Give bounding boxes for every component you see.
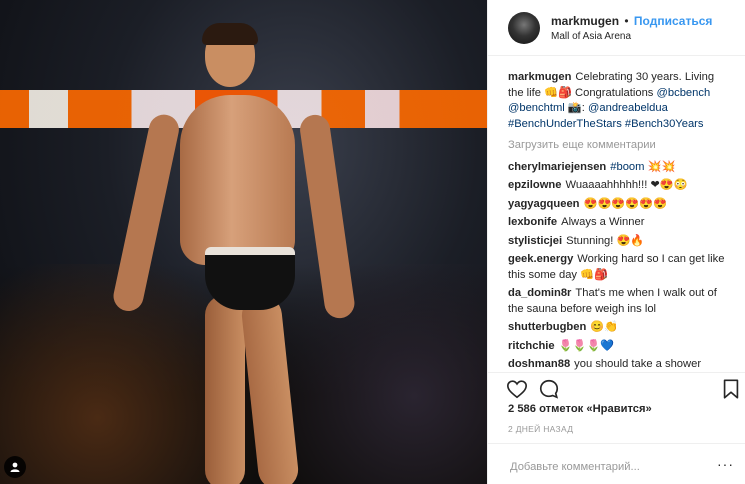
comment-username[interactable]: geek.energy bbox=[508, 253, 573, 265]
torso bbox=[180, 95, 295, 265]
caption-text-2: 📸: bbox=[564, 102, 589, 114]
hashtag-link[interactable]: #BenchUnderTheStars bbox=[508, 118, 622, 130]
comment: geek.energy Working hard so I can get lik… bbox=[508, 252, 732, 283]
comment-username[interactable]: cherylmariejensen bbox=[508, 161, 606, 173]
comment-input[interactable] bbox=[508, 460, 712, 474]
follow-button[interactable]: Подписаться bbox=[634, 14, 712, 28]
bookmark-icon[interactable] bbox=[720, 378, 742, 400]
post-photo[interactable] bbox=[0, 0, 487, 484]
comment: shutterbugben 😊👏 bbox=[508, 320, 732, 336]
comments-list[interactable]: markmugen Celebrating 30 years. Living th… bbox=[488, 57, 745, 370]
comment-text: you should take a shower bbox=[574, 358, 702, 370]
arm-left bbox=[110, 111, 182, 314]
comment: doshman88 you should take a shower bbox=[508, 357, 732, 370]
comment-username[interactable]: yagyagqueen bbox=[508, 198, 580, 210]
load-more-comments[interactable]: Загрузить еще комментарии bbox=[508, 138, 732, 154]
comment-username[interactable]: shutterbugben bbox=[508, 321, 586, 333]
action-bar bbox=[488, 372, 745, 405]
comment: da_domin8r That's me when I walk out of t… bbox=[508, 286, 732, 317]
likes-count[interactable]: 2 586 отметок «Нравится» bbox=[508, 403, 652, 415]
arm-right bbox=[298, 112, 357, 321]
comment: lexbonife Always a Winner bbox=[508, 215, 732, 231]
hashtag-link[interactable]: #Bench30Years bbox=[625, 118, 704, 130]
post-header: markmugen • Подписаться Mall of Asia Are… bbox=[488, 0, 745, 56]
comment-text: 🌷🌷🌷💙 bbox=[558, 339, 615, 352]
post-date: 2 ДНЕЙ НАЗАД bbox=[508, 424, 574, 434]
comment-username[interactable]: epzilowne bbox=[508, 179, 561, 191]
comment: stylisticjei Stunning! 😍🔥 bbox=[508, 234, 732, 250]
comment-username[interactable]: doshman88 bbox=[508, 358, 570, 370]
hashtag-link[interactable]: #boom bbox=[610, 161, 644, 173]
more-options-icon[interactable]: ··· bbox=[717, 456, 734, 472]
header-text: markmugen • Подписаться Mall of Asia Are… bbox=[551, 14, 712, 42]
user-tag-icon[interactable] bbox=[4, 456, 26, 478]
avatar[interactable] bbox=[508, 11, 540, 44]
runway-model bbox=[110, 15, 357, 484]
comment-text: 😍😍😍😍😍😍 bbox=[583, 197, 668, 210]
comment-text: Stunning! 😍🔥 bbox=[566, 234, 645, 247]
comment: cherylmariejensen #boom 💥💥 bbox=[508, 160, 732, 176]
location-link[interactable]: Mall of Asia Arena bbox=[551, 31, 712, 42]
heart-icon[interactable] bbox=[506, 378, 528, 400]
comment-text: Wuaaaahhhhh!!! ❤😍😳 bbox=[565, 179, 688, 191]
caption: markmugen Celebrating 30 years. Living th… bbox=[508, 70, 732, 132]
comment: yagyagqueen 😍😍😍😍😍😍 bbox=[508, 197, 732, 213]
header-row: markmugen • Подписаться bbox=[551, 14, 712, 28]
comment-username[interactable]: ritchchie bbox=[508, 340, 555, 352]
mention-link[interactable]: @benchtml bbox=[508, 102, 565, 114]
post-sidebar: markmugen • Подписаться Mall of Asia Are… bbox=[487, 0, 745, 484]
comment: epzilowne Wuaaaahhhhh!!! ❤😍😳 bbox=[508, 178, 732, 194]
hair bbox=[202, 23, 258, 45]
comment-text: 😊👏 bbox=[590, 321, 619, 333]
add-comment-bar: ··· bbox=[488, 443, 745, 484]
comment-username[interactable]: da_domin8r bbox=[508, 287, 571, 299]
mention-link[interactable]: @andreabeldua bbox=[588, 102, 668, 114]
caption-username[interactable]: markmugen bbox=[508, 71, 571, 83]
username-link[interactable]: markmugen bbox=[551, 14, 619, 28]
user-tag-glyph bbox=[10, 462, 20, 472]
comment-username[interactable]: stylisticjei bbox=[508, 235, 562, 247]
comment: ritchchie 🌷🌷🌷💙 bbox=[508, 339, 732, 355]
instagram-post-view: markmugen • Подписаться Mall of Asia Are… bbox=[0, 0, 745, 484]
leg-left bbox=[205, 295, 245, 484]
comment-username[interactable]: lexbonife bbox=[508, 216, 557, 228]
leg-right bbox=[239, 293, 301, 484]
comment-text: 💥💥 bbox=[644, 160, 676, 173]
underwear bbox=[205, 247, 295, 310]
separator: • bbox=[624, 13, 629, 28]
comment-text: Always a Winner bbox=[561, 216, 645, 228]
speech-bubble-icon[interactable] bbox=[538, 378, 560, 400]
mention-link[interactable]: @bcbench bbox=[657, 87, 711, 99]
